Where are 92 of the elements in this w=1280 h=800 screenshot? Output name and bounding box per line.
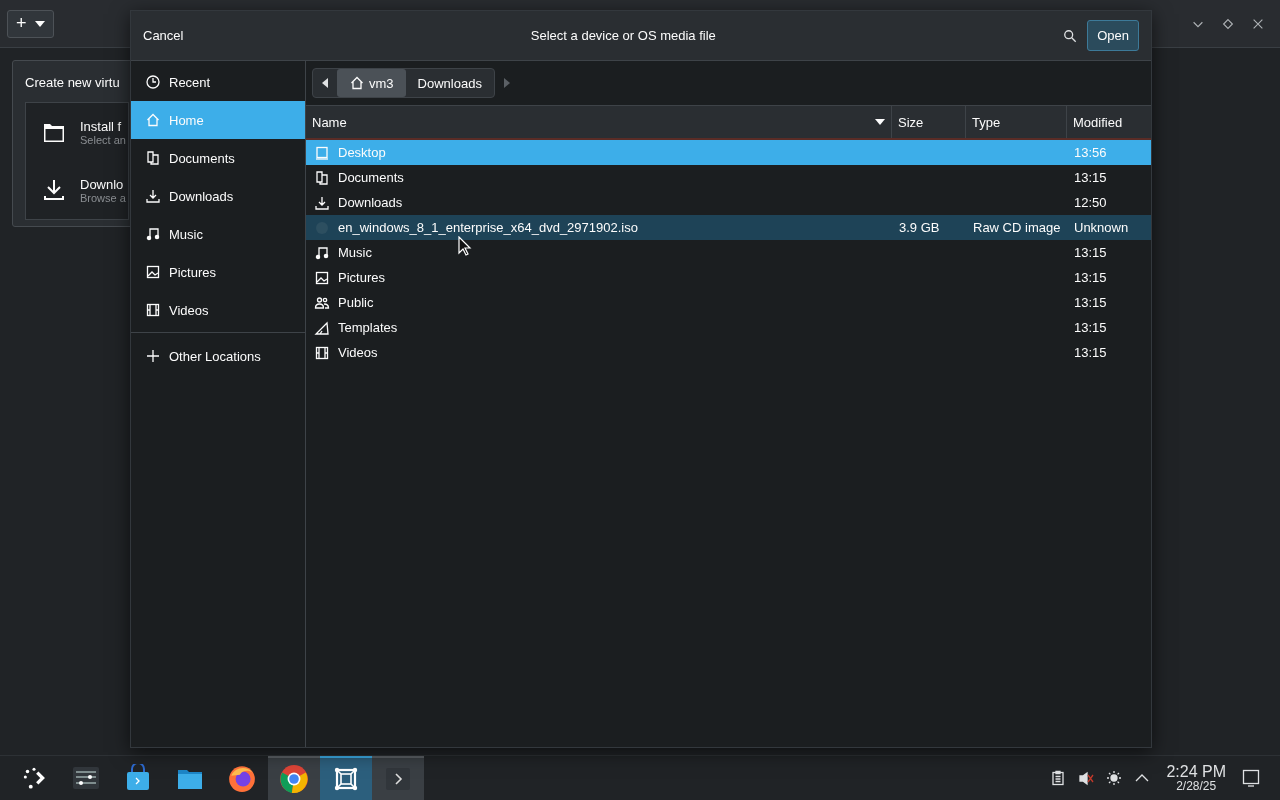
plus-icon [145, 348, 161, 364]
file-name: Documents [338, 170, 404, 185]
sidebar-item[interactable]: Recent [131, 63, 305, 101]
cancel-button[interactable]: Cancel [143, 24, 184, 47]
launcher-icon [21, 765, 47, 791]
file-row[interactable]: Music 13:15 [306, 240, 1151, 265]
shopping-bag-icon [124, 764, 152, 792]
file-modified: 13:15 [1073, 345, 1108, 360]
clipboard-icon [1050, 769, 1067, 787]
sliders-icon [72, 764, 100, 792]
sort-caret-icon [875, 119, 885, 125]
muted-speaker-icon [1078, 770, 1095, 786]
add-button[interactable]: + [7, 9, 54, 38]
clock-icon [145, 74, 161, 90]
film-icon [314, 344, 330, 361]
sidebar-item[interactable]: Videos [131, 291, 305, 329]
film-icon [145, 302, 161, 318]
taskbar-app[interactable] [268, 756, 320, 800]
file-name: Videos [338, 345, 378, 360]
file-row[interactable]: Documents 13:15 [306, 165, 1151, 190]
file-modified: Unknown [1073, 220, 1130, 235]
file-row[interactable]: Downloads 12:50 [306, 190, 1151, 215]
file-row[interactable]: en_windows_8_1_enterprise_x64_dvd_2971902.iso 3.9 GB Raw CD image Unknown [306, 215, 1151, 240]
file-name: Music [338, 245, 372, 260]
download-icon [42, 178, 66, 202]
file-modified: 13:15 [1073, 320, 1108, 335]
file-modified: 13:56 [1073, 145, 1108, 160]
brightness-icon [1106, 770, 1123, 786]
option-subtitle: Select an [80, 133, 126, 146]
sidebar-item[interactable]: Documents [131, 139, 305, 177]
file-modified: 13:15 [1073, 170, 1108, 185]
file-name: Downloads [338, 195, 403, 210]
people-icon [314, 294, 330, 311]
path-button[interactable]: Downloads [405, 69, 494, 97]
file-modified: 12:50 [1073, 195, 1108, 210]
terminal-icon [384, 765, 412, 793]
option-item[interactable]: Install f Select an [26, 103, 128, 161]
sidebar-item[interactable]: Other Locations [131, 337, 305, 375]
file-row[interactable]: Videos 13:15 [306, 340, 1151, 365]
clock-time: 2:24 PM [1166, 764, 1226, 780]
column-header[interactable]: Type [966, 106, 1067, 138]
documents-icon [145, 150, 161, 166]
music-icon [314, 244, 330, 261]
clock-date: 2/28/25 [1176, 780, 1217, 792]
sidebar-item[interactable]: Music [131, 215, 305, 253]
browser-icon [279, 764, 309, 794]
file-modified: 13:15 [1073, 245, 1108, 260]
file-size: 3.9 GB [898, 220, 941, 235]
documents-icon [314, 169, 330, 186]
option-subtitle: Browse a [80, 191, 126, 204]
left-triangle-icon [322, 78, 328, 88]
sidebar-item[interactable]: Downloads [131, 177, 305, 215]
file-row[interactable]: Pictures 13:15 [306, 265, 1151, 290]
fox-browser-icon [227, 763, 257, 793]
file-name: Desktop [338, 145, 386, 160]
file-row[interactable]: Public 13:15 [306, 290, 1151, 315]
home-icon [349, 75, 365, 91]
frame-box-icon [332, 765, 360, 793]
show-desktop-icon [1242, 769, 1260, 787]
column-header[interactable]: Size [892, 106, 966, 138]
desktop-icon [314, 144, 330, 161]
music-icon [145, 226, 161, 242]
column-header[interactable]: Modified [1067, 106, 1151, 138]
column-header[interactable]: Name [306, 106, 892, 138]
file-type: Raw CD image [972, 220, 1062, 235]
picture-icon [145, 264, 161, 280]
picture-icon [314, 269, 330, 286]
right-triangle-icon [503, 78, 510, 88]
download-icon [145, 188, 161, 204]
caret-icon [34, 20, 45, 27]
file-name: en_windows_8_1_enterprise_x64_dvd_2971902.iso [338, 220, 638, 235]
download-icon [314, 194, 330, 211]
sidebar-item[interactable]: Pictures [131, 253, 305, 291]
cursor-icon [458, 236, 472, 256]
file-modified: 13:15 [1073, 270, 1108, 285]
diamond-icon [1221, 16, 1235, 31]
file-name: Pictures [338, 270, 385, 285]
triangle-ruler-icon [314, 319, 330, 336]
home-icon [145, 112, 161, 128]
popover-title: Create new virtu [25, 75, 121, 90]
path-button[interactable]: vm3 [337, 69, 406, 97]
dialog-title: Select a device or OS media file [529, 28, 717, 43]
open-button[interactable]: Open [1087, 20, 1139, 51]
option-title: Install f [80, 118, 123, 134]
search-icon[interactable] [1063, 28, 1078, 43]
file-name: Public [338, 295, 374, 310]
option-title: Downlo [80, 176, 125, 192]
taskbar-app[interactable] [320, 756, 372, 800]
file-name: Templates [338, 320, 398, 335]
option-item[interactable]: Downlo Browse a [26, 161, 128, 219]
file-modified: 13:15 [1073, 295, 1108, 310]
file-row[interactable]: Templates 13:15 [306, 315, 1151, 340]
